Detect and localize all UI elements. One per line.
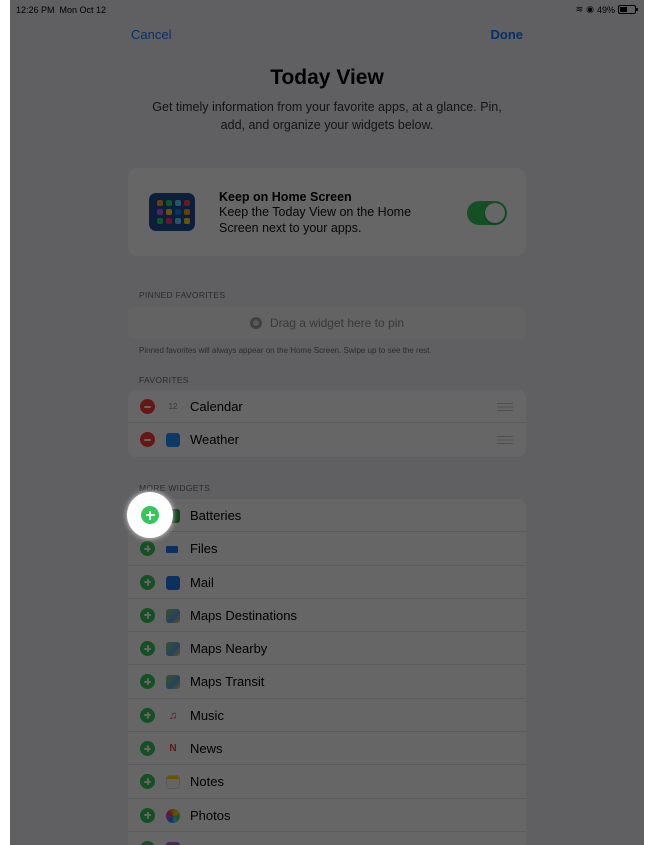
files-icon [166, 542, 180, 556]
widget-label: Batteries [190, 508, 242, 523]
maps-icon [166, 642, 180, 657]
battery-icon [618, 5, 638, 14]
done-button[interactable]: Done [491, 27, 524, 42]
widget-row-maps-transit[interactable]: Maps Transit [128, 665, 526, 699]
favorite-row-weather[interactable]: Weather [128, 423, 526, 456]
widget-row-news[interactable]: N News [128, 732, 526, 766]
cancel-button[interactable]: Cancel [131, 27, 171, 42]
home-screen-icon [149, 193, 195, 231]
calendar-icon: 12 [168, 402, 178, 411]
home-screen-title: Keep on Home Screen [219, 190, 352, 204]
widget-row-notes[interactable]: Notes [128, 765, 526, 799]
spotlight-highlight [127, 492, 173, 538]
widget-row-maps-destinations[interactable]: Maps Destinations [128, 599, 526, 633]
more-widgets-list: Batteries Files Mail Maps Destinations M… [128, 499, 526, 845]
weather-icon [166, 433, 180, 448]
widget-label: Photos [190, 807, 231, 823]
widget-row-batteries[interactable]: Batteries [128, 499, 526, 533]
keep-on-home-screen-card: Keep on Home Screen Keep the Today View … [128, 168, 526, 256]
home-screen-description: Keep the Today View on the Home Screen n… [219, 205, 412, 235]
add-photos-button[interactable] [140, 807, 155, 823]
maps-icon [166, 675, 180, 690]
notes-icon [166, 775, 180, 790]
mail-icon [166, 575, 180, 590]
widget-row-mail[interactable]: Mail [128, 566, 526, 599]
add-files-button[interactable] [140, 541, 155, 557]
photos-icon [166, 808, 180, 823]
widget-label: News [190, 741, 223, 757]
location-icon: ◉ [586, 4, 594, 14]
add-maps-nearby-button[interactable] [140, 641, 155, 657]
widget-row-maps-nearby[interactable]: Maps Nearby [128, 632, 526, 666]
widget-label: Files [190, 541, 218, 557]
drag-handle-icon [249, 317, 262, 329]
widget-row-music[interactable]: ♫ Music [128, 699, 526, 733]
add-music-button[interactable] [140, 707, 155, 723]
widget-label: Maps Destinations [190, 607, 297, 623]
favorite-label: Calendar [190, 399, 243, 414]
status-indicators: ≋ ◉ 49% [575, 4, 638, 15]
add-notes-button[interactable] [140, 774, 155, 790]
favorite-label: Weather [190, 432, 239, 448]
add-maps-destinations-button[interactable] [140, 607, 155, 623]
pin-placeholder: Drag a widget here to pin [269, 316, 405, 330]
add-news-button[interactable] [140, 741, 155, 757]
add-batteries-highlighted-button[interactable] [141, 506, 159, 524]
add-maps-transit-button[interactable] [140, 674, 155, 690]
widget-label: Mail [190, 574, 214, 590]
pinned-favorites-header: PINNED FAVORITES [139, 290, 226, 300]
pin-drop-zone[interactable]: Drag a widget here to pin [128, 307, 526, 339]
widget-label: Notes [190, 774, 224, 790]
page-title: Today View [270, 66, 384, 89]
add-mail-button[interactable] [140, 574, 155, 590]
favorite-row-calendar[interactable]: 12 Calendar [128, 390, 526, 424]
widget-label: Maps Nearby [190, 641, 268, 657]
widget-row-partial[interactable] [128, 832, 526, 845]
status-bar: 12:26 PM Mon Oct 12 ≋ ◉ 49% [10, 0, 644, 18]
pinned-footnote: Pinned favorites will always appear on t… [139, 346, 432, 355]
widget-row-photos[interactable]: Photos [128, 799, 526, 832]
widget-label: Music [190, 707, 224, 723]
page-subtitle: Get timely information from your favorit… [152, 100, 502, 132]
keep-on-home-screen-toggle[interactable] [467, 201, 507, 225]
music-icon: ♫ [168, 709, 178, 722]
remove-weather-button[interactable] [140, 432, 155, 448]
reorder-grabber-icon[interactable] [497, 403, 513, 411]
favorites-list: 12 Calendar Weather [128, 390, 526, 457]
add-widget-button[interactable] [140, 840, 155, 845]
status-time: 12:26 PM Mon Oct 12 [16, 5, 107, 15]
battery-percent: 49% [596, 4, 615, 15]
remove-calendar-button[interactable] [140, 399, 155, 414]
reorder-grabber-icon[interactable] [497, 436, 513, 445]
widget-label: Maps Transit [190, 674, 265, 690]
toggle-knob [485, 203, 505, 223]
favorites-header: FAVORITES [139, 375, 189, 385]
wifi-icon: ≋ [575, 4, 584, 14]
maps-icon [166, 608, 180, 623]
news-icon: N [169, 743, 177, 755]
today-view-edit-screen: 12:26 PM Mon Oct 12 ≋ ◉ 49% Cancel Done … [10, 0, 644, 845]
widget-row-files[interactable]: Files [128, 532, 526, 566]
